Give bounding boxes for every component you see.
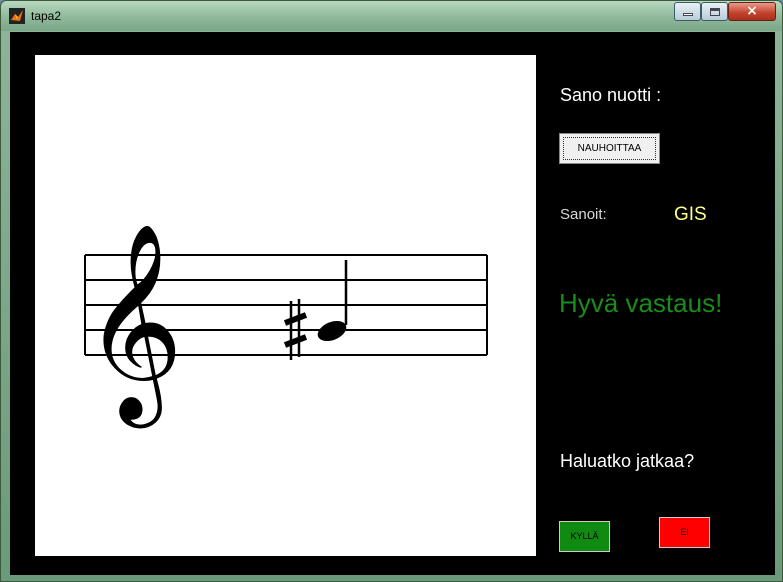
figure-area: 𝄞 Sano nuotti : NAUHOITTAA Sanoit: GIS H… [10, 32, 775, 575]
minimize-button[interactable] [674, 2, 701, 21]
continue-question: Haluatko jatkaa? [560, 451, 695, 471]
title-bar[interactable]: tapa2 × [1, 1, 782, 31]
record-button[interactable]: NAUHOITTAA [559, 133, 660, 164]
prompt-label: Sano nuotti : [560, 85, 662, 105]
quarter-note-icon [317, 260, 348, 342]
no-button[interactable]: EI [659, 517, 710, 548]
window-title: tapa2 [31, 9, 62, 23]
said-label: Sanoit: [560, 206, 607, 223]
said-value: GIS [674, 204, 707, 225]
maximize-button[interactable] [701, 2, 728, 21]
yes-button[interactable]: KYLLÄ [559, 521, 610, 552]
staff-display: 𝄞 [35, 55, 536, 556]
treble-clef-icon: 𝄞 [83, 222, 183, 428]
matlab-icon [9, 8, 25, 24]
music-staff: 𝄞 [83, 222, 488, 428]
feedback-text: Hyvä vastaus! [559, 288, 723, 318]
close-icon: × [746, 3, 758, 19]
svg-text:𝄞: 𝄞 [83, 222, 183, 428]
close-button[interactable]: × [728, 2, 776, 21]
app-window: tapa2 × 𝄞 Sano nuotti: NAUHOITTAA Sanoi… [0, 0, 783, 582]
